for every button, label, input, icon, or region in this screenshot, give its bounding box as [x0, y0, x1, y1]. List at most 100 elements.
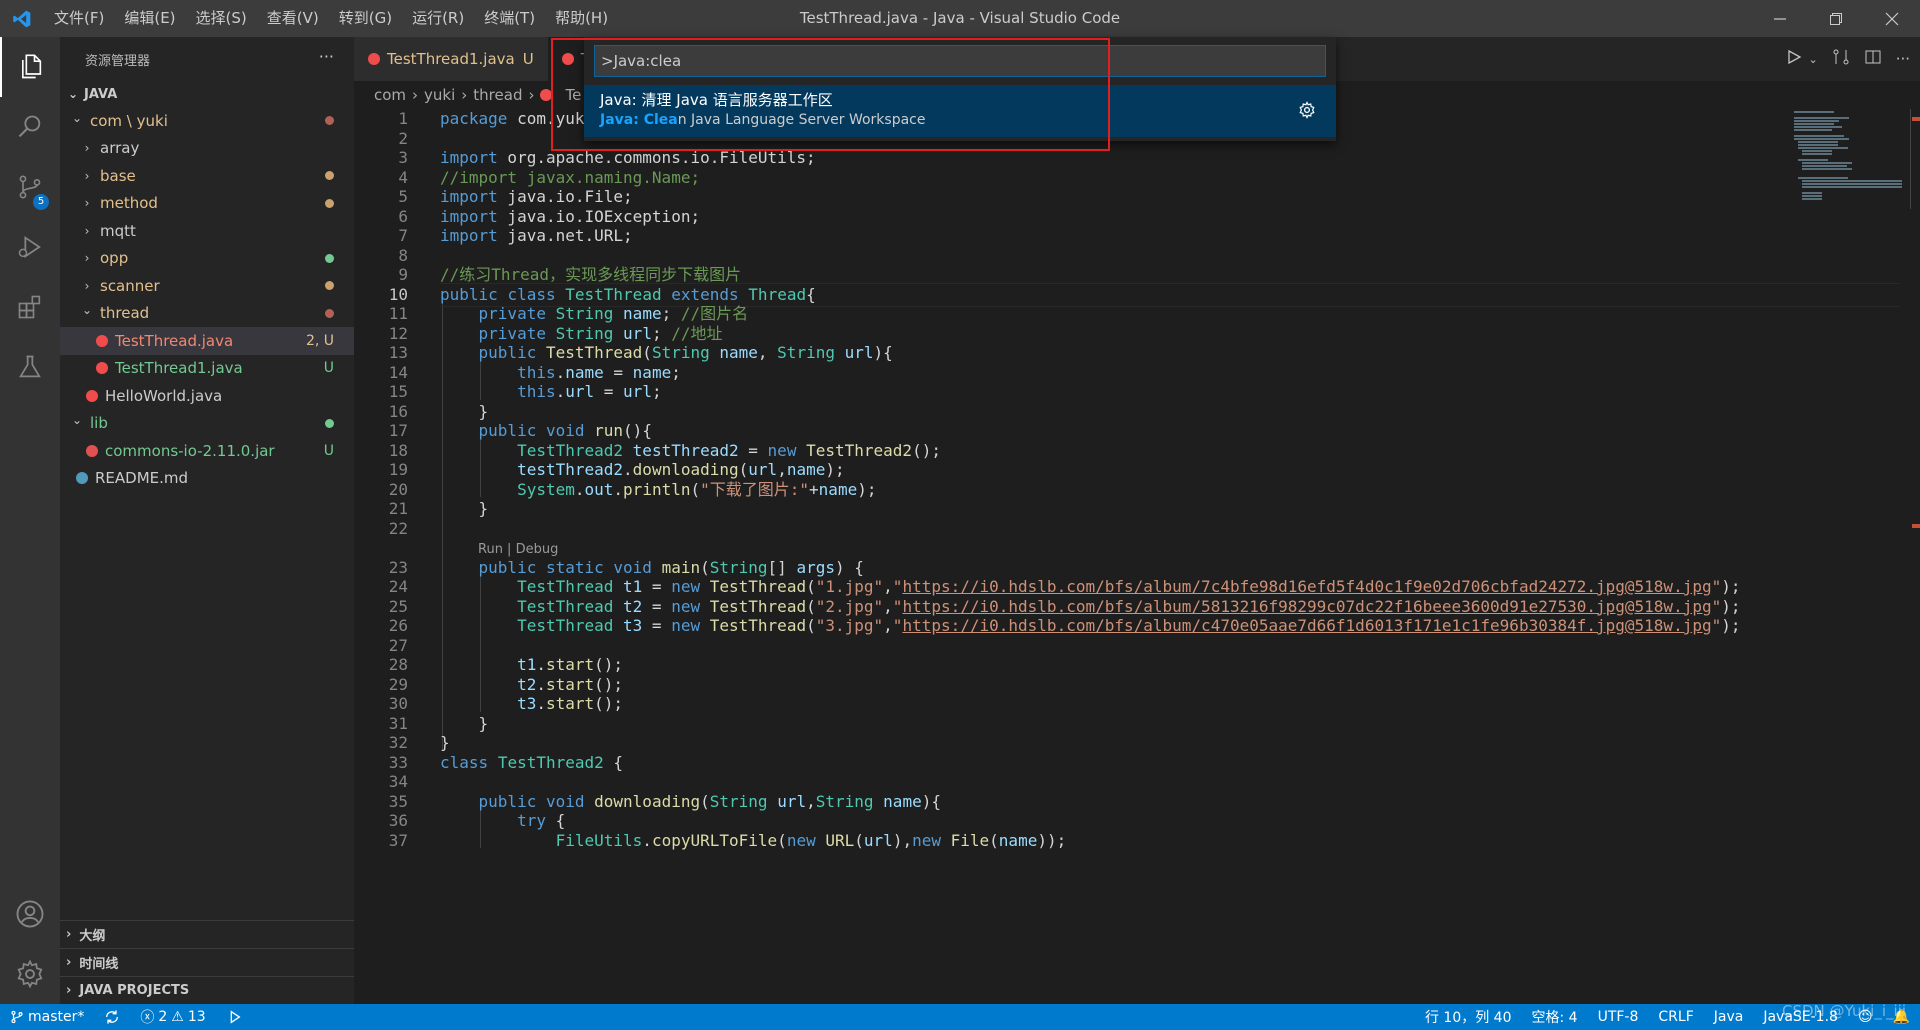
chevron-down-icon: ⌄ [67, 87, 79, 101]
tree-item-label: thread [100, 304, 150, 323]
accounts-activity[interactable] [0, 884, 60, 944]
gear-icon [17, 959, 43, 989]
window-controls [1752, 0, 1920, 37]
tree-item[interactable]: › mqtt [60, 217, 354, 245]
split-editor-icon[interactable] [1864, 48, 1882, 70]
title-bar: 文件(F) 编辑(E) 选择(S) 查看(V) 转到(G) 运行(R) 终端(T) 帮助(H)… [0, 0, 1920, 37]
run-debug-icon [18, 236, 41, 258]
tree-item[interactable]: README.md [60, 465, 354, 493]
breadcrumb-separator-icon: › [412, 86, 419, 104]
tree-item[interactable]: ⌄ thread [60, 300, 354, 328]
search-activity[interactable] [0, 97, 60, 157]
sidebar-bottom-sections: › 大纲 › 时间线 › JAVA PROJECTS [60, 920, 354, 1004]
configure-keybinding-gear-icon[interactable] [1298, 101, 1316, 123]
encoding[interactable]: UTF-8 [1588, 1004, 1649, 1030]
tree-item-label: base [100, 166, 136, 185]
java-file-icon [368, 53, 380, 65]
menu-item[interactable]: 查看(V) [257, 0, 329, 37]
editor-scrollbar[interactable] [1906, 109, 1920, 1004]
menu-item[interactable]: 转到(G) [329, 0, 402, 37]
menu-item[interactable]: 选择(S) [186, 0, 257, 37]
breadcrumb-item[interactable]: com [374, 86, 406, 104]
tree-item-label: commons-io-2.11.0.jar [105, 441, 275, 460]
menu-item[interactable]: 编辑(E) [114, 0, 185, 37]
command-palette-input[interactable] [594, 45, 1326, 77]
tree-item[interactable]: › scanner [60, 272, 354, 300]
scroll-thumb[interactable] [1910, 109, 1920, 209]
run-debug-activity[interactable] [0, 217, 60, 277]
menu-item[interactable]: 帮助(H) [545, 0, 618, 37]
chevron-down-icon[interactable]: ⌄ [1808, 53, 1817, 66]
line-number: 22 [388, 518, 408, 538]
git-status-label: U [323, 442, 334, 459]
code-editor[interactable]: 1package com.yuki.thread;23import org.ap… [354, 109, 1920, 1004]
command-detail-rest: n Java Language Server Workspace [677, 112, 926, 128]
tree-item-label: lib [90, 414, 108, 433]
git-status-dot [325, 253, 334, 263]
testing-activity[interactable] [0, 337, 60, 397]
chevron-down-icon: ⌄ [81, 303, 93, 318]
minimize-button[interactable] [1752, 0, 1808, 37]
outline-section[interactable]: › 大纲 [60, 920, 354, 948]
breadcrumb-item[interactable]: Te [565, 86, 581, 104]
tree-item[interactable]: HelloWorld.java [60, 382, 354, 410]
explorer-sidebar: 资源管理器 ··· ⌄ JAVA ⌄ com \ yuki › array › base ›… [60, 37, 354, 1004]
tree-item[interactable]: › array [60, 135, 354, 163]
git-status-dot [325, 281, 334, 291]
tree-item[interactable]: › method [60, 190, 354, 218]
warning-count: 13 [187, 1009, 206, 1025]
command-detail: Java: Clean Java Language Server Workspa… [600, 112, 926, 128]
menu-item[interactable]: 运行(R) [402, 0, 474, 37]
more-actions-icon[interactable]: ··· [1896, 50, 1910, 68]
chevron-right-icon: › [84, 141, 90, 156]
extensions-activity[interactable] [0, 277, 60, 337]
sync-icon [106, 1010, 119, 1024]
branch-status[interactable]: master* [0, 1004, 94, 1030]
tab-testthread1[interactable]: TestThread1.java U [354, 37, 548, 81]
tree-item[interactable]: TestThread1.java U [60, 355, 354, 383]
cursor-position[interactable]: 行 10，列 40 [1415, 1004, 1522, 1030]
tree-item[interactable]: commons-io-2.11.0.jar U [60, 437, 354, 465]
tree-item[interactable]: › base [60, 162, 354, 190]
breadcrumb-item[interactable]: thread [473, 86, 522, 104]
source-control-activity[interactable]: 5 [0, 157, 60, 217]
explorer-header: 资源管理器 ··· [60, 37, 354, 81]
tree-item[interactable]: TestThread.java 2, U [60, 327, 354, 355]
menu-item[interactable]: 文件(F) [44, 0, 114, 37]
more-actions-icon[interactable]: ··· [319, 47, 334, 66]
files-icon [22, 54, 42, 79]
workspace-section[interactable]: ⌄ JAVA [60, 81, 354, 107]
language-mode[interactable]: Java [1704, 1004, 1754, 1030]
tree-item[interactable]: ⌄ lib [60, 410, 354, 438]
end-of-line[interactable]: CRLF [1648, 1004, 1703, 1030]
java-file-icon [561, 53, 574, 65]
code-line: 22 [354, 517, 1874, 541]
problems-status[interactable]: ⓧ 2 ⚠ 13 [130, 1004, 215, 1030]
live-share-status[interactable] [216, 1004, 252, 1030]
file-icon [96, 362, 108, 375]
command-palette-item[interactable]: Java: 清理 Java 语言服务器工作区 Java: Clean Java … [584, 85, 1336, 137]
tree-item-label: array [100, 139, 140, 158]
git-status-label: U [323, 360, 334, 377]
timeline-section[interactable]: › 时间线 [60, 948, 354, 976]
sync-status[interactable] [94, 1004, 130, 1030]
restore-button[interactable] [1808, 0, 1864, 37]
git-status-dot [325, 116, 334, 126]
explorer-activity[interactable] [0, 37, 60, 97]
indentation[interactable]: 空格: 4 [1522, 1004, 1588, 1030]
chevron-right-icon: › [84, 251, 90, 266]
run-icon[interactable] [1786, 49, 1802, 69]
manage-activity[interactable] [0, 944, 60, 1004]
chevron-right-icon: › [84, 196, 90, 211]
tree-item[interactable]: › opp [60, 245, 354, 273]
java-projects-section[interactable]: › JAVA PROJECTS [60, 976, 354, 1004]
breadcrumb-item[interactable]: yuki [424, 86, 455, 104]
tree-item-label: TestThread.java [115, 331, 234, 350]
compare-changes-icon[interactable] [1832, 48, 1850, 70]
minimap[interactable] [1790, 109, 1910, 209]
menu-item[interactable]: 终端(T) [474, 0, 545, 37]
close-window-button[interactable] [1864, 0, 1920, 37]
git-status-dot [325, 308, 334, 318]
tree-item[interactable]: ⌄ com \ yuki [60, 107, 354, 135]
search-icon [18, 115, 41, 138]
